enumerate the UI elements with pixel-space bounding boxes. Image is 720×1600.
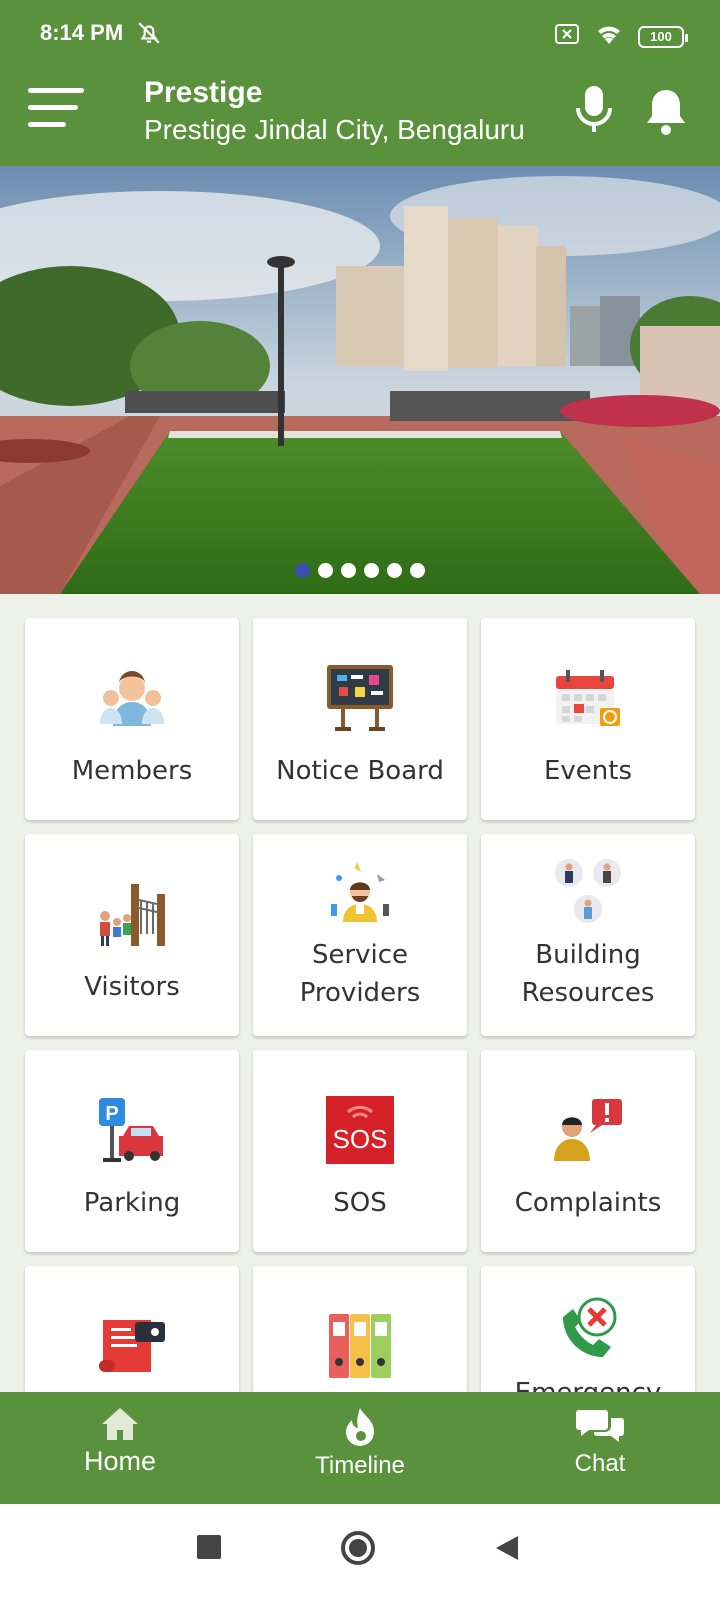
carousel-dot[interactable]: [387, 563, 402, 578]
carousel-dot[interactable]: [318, 563, 333, 578]
parking-car-icon: P: [97, 1094, 167, 1166]
tile-events[interactable]: Events: [481, 618, 695, 820]
banner-image: [0, 166, 720, 594]
tile-label: Members: [71, 756, 193, 786]
complaint-icon: [552, 1094, 624, 1166]
tile-complaints[interactable]: Complaints: [481, 1050, 695, 1252]
sos-text: SOS: [333, 1124, 388, 1154]
system-navigation-bar: [0, 1504, 720, 1600]
home-icon: [102, 1408, 138, 1440]
carousel-dot[interactable]: [295, 563, 310, 578]
nav-label: Timeline: [315, 1452, 405, 1479]
bottom-navigation: Home Timeline Chat: [0, 1392, 720, 1504]
emergency-call-icon: [555, 1292, 621, 1364]
app-header: Prestige Prestige Jindal City, Bengaluru: [0, 68, 720, 166]
notice-board-icon: [325, 662, 395, 734]
carousel-dot[interactable]: [364, 563, 379, 578]
svg-text:P: P: [105, 1103, 118, 1125]
chat-bubbles-icon: [576, 1410, 624, 1442]
notification-bell-icon[interactable]: [644, 86, 688, 143]
tile-building-resources[interactable]: Building Resources: [481, 834, 695, 1036]
members-icon: [97, 662, 167, 734]
tile-visitors[interactable]: Visitors: [25, 834, 239, 1036]
tile-label: SOS: [333, 1188, 387, 1218]
building-staff-icon: [553, 856, 623, 928]
tile-label: Building Resources: [521, 940, 655, 1008]
documents-binder-icon: [327, 1310, 393, 1382]
nav-timeline[interactable]: Timeline: [240, 1392, 480, 1504]
recents-icon[interactable]: [196, 1534, 222, 1560]
nav-label: Home: [83, 1446, 157, 1476]
menu-icon[interactable]: [28, 88, 84, 134]
sim-off-icon: [554, 23, 580, 50]
bill-scroll-icon: [97, 1310, 167, 1382]
tile-label: Visitors: [84, 972, 180, 1002]
tile-label: Complaints: [514, 1188, 662, 1218]
nav-chat[interactable]: Chat: [480, 1392, 720, 1504]
wifi-icon: [594, 22, 624, 51]
tile-parking[interactable]: P Parking: [25, 1050, 239, 1252]
tile-label: Notice Board: [276, 756, 444, 786]
bell-off-icon: [136, 20, 162, 51]
tile-notice-board[interactable]: Notice Board: [253, 618, 467, 820]
visitors-gate-icon: [97, 878, 167, 950]
tile-service-providers[interactable]: Service Providers: [253, 834, 467, 1036]
battery-icon: 100: [638, 25, 688, 48]
service-provider-icon: [325, 856, 395, 928]
banner-carousel[interactable]: [0, 166, 720, 594]
microphone-icon[interactable]: [574, 84, 614, 141]
flame-icon: [346, 1408, 374, 1446]
carousel-dot[interactable]: [410, 563, 425, 578]
sos-icon: SOS: [326, 1094, 394, 1166]
status-time: 8:14 PM: [40, 20, 124, 45]
tile-label: Service Providers: [299, 940, 421, 1008]
tile-members[interactable]: Members: [25, 618, 239, 820]
tile-label: Parking: [83, 1188, 181, 1218]
back-icon[interactable]: [494, 1534, 520, 1562]
nav-home[interactable]: Home: [0, 1392, 240, 1504]
calendar-icon: [554, 662, 622, 734]
nav-label: Chat: [574, 1450, 626, 1477]
tile-label: Events: [543, 756, 633, 786]
page-title: Prestige: [144, 76, 263, 109]
status-bar: 8:14 PM 100: [0, 0, 720, 68]
carousel-dot[interactable]: [341, 563, 356, 578]
tile-sos[interactable]: SOS SOS: [253, 1050, 467, 1252]
carousel-indicator: [0, 563, 720, 578]
home-circle-icon[interactable]: [340, 1530, 376, 1566]
page-subtitle: Prestige Jindal City, Bengaluru: [144, 114, 525, 145]
